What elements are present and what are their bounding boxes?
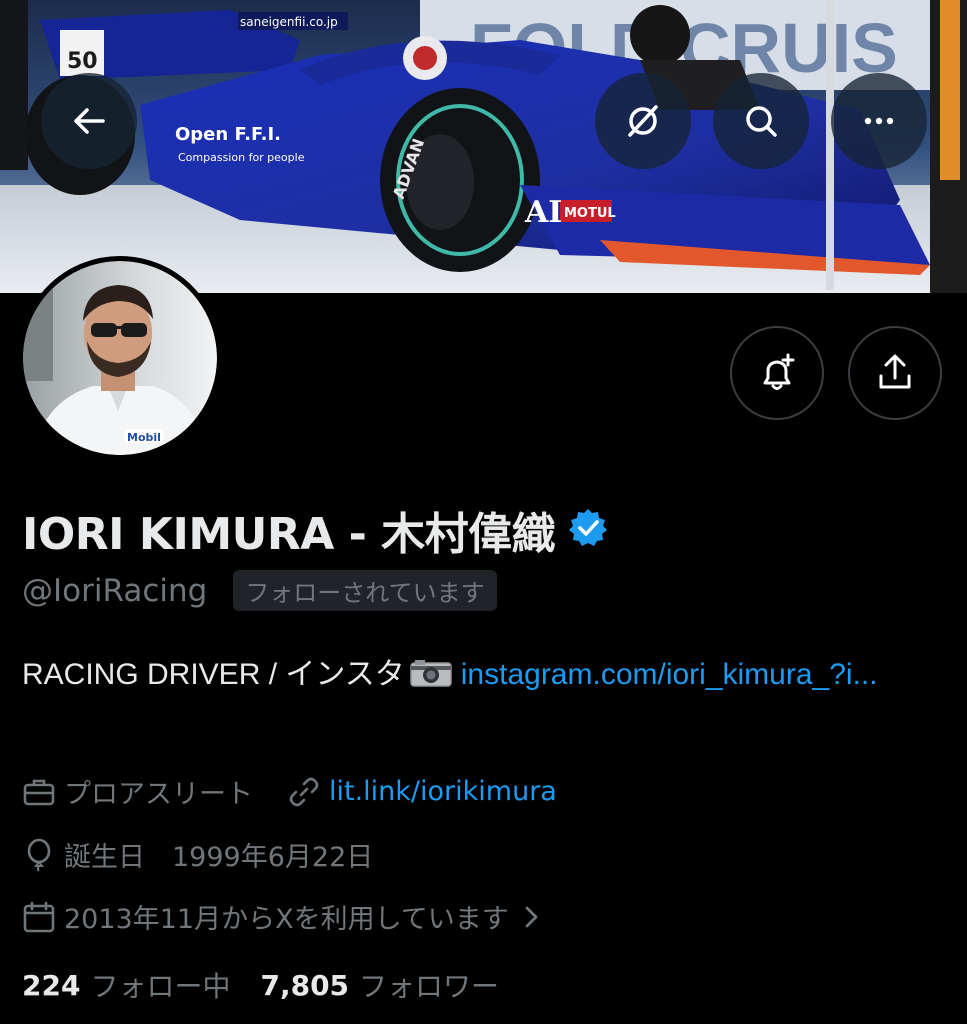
balloon-icon	[22, 838, 56, 872]
profile-bio: RACING DRIVER / インスタ instagram.com/iori_…	[22, 650, 922, 704]
follow-stats: 224 フォロー中 7,805 フォロワー	[22, 965, 499, 1005]
verified-badge-icon[interactable]	[567, 507, 609, 553]
followers-count: 7,805	[260, 968, 350, 1002]
website-link[interactable]: lit.link/iorikimura	[329, 776, 557, 807]
followers-link[interactable]: 7,805 フォロワー	[260, 965, 499, 1005]
banner-brand-ai: AI	[524, 195, 562, 230]
joined-text: 2013年11月からXを利用しています	[64, 904, 509, 935]
handle-row: @IoriRacing フォローされています	[22, 570, 497, 611]
avatar-image: Mobil	[23, 261, 217, 455]
calendar-icon	[22, 900, 56, 934]
banner-image: FOLD CRUIS 50 saneigenfii.co.jp Open F.F…	[0, 0, 967, 293]
joined-row[interactable]: 2013年11月からXを利用しています	[22, 897, 549, 936]
profile-avatar[interactable]: Mobil	[18, 256, 222, 460]
following-count: 224	[22, 968, 81, 1002]
profile-handle: @IoriRacing	[22, 572, 208, 609]
slash-circle-icon	[628, 105, 658, 137]
briefcase-icon	[22, 775, 56, 809]
following-link[interactable]: 224 フォロー中	[22, 965, 230, 1005]
display-name: IORI KIMURA - 木村偉織	[22, 509, 556, 560]
follows-you-badge: フォローされています	[233, 570, 497, 611]
share-icon	[879, 354, 911, 389]
search-button[interactable]	[713, 73, 809, 169]
bio-text: RACING DRIVER / インスタ	[22, 658, 405, 691]
more-horizontal-icon	[864, 117, 894, 125]
banner-sponsor-sub: Compassion for people	[178, 151, 305, 164]
banner-car-number: 50	[67, 49, 98, 74]
banner-brand-motul: MOTUL	[564, 206, 616, 221]
birthday-text: 誕生日 1999年6月22日	[64, 842, 374, 873]
grok-button[interactable]	[595, 73, 691, 169]
bell-plus-icon	[763, 353, 795, 390]
occupation-text: プロアスリート	[64, 779, 253, 810]
more-button[interactable]	[831, 73, 927, 169]
camera-icon	[409, 654, 453, 704]
back-button[interactable]	[41, 73, 137, 169]
birthday-row: 誕生日 1999年6月22日	[22, 835, 373, 874]
bio-link[interactable]: instagram.com/iori_kimura_?i...	[461, 658, 878, 691]
share-button[interactable]	[848, 326, 942, 420]
following-label: フォロー中	[90, 970, 231, 1003]
profile-name-row: IORI KIMURA - 木村偉織	[22, 498, 609, 562]
avatar-suit-brand: Mobil	[127, 431, 161, 444]
search-icon	[746, 106, 777, 137]
occupation-website-row: プロアスリート lit.link/iorikimura	[22, 772, 557, 811]
link-icon	[287, 775, 321, 809]
chevron-right-icon	[521, 904, 541, 930]
profile-banner: FOLD CRUIS 50 saneigenfii.co.jp Open F.F…	[0, 0, 967, 293]
arrow-left-icon	[74, 108, 105, 134]
followers-label: フォロワー	[359, 970, 500, 1003]
banner-sponsor-url: saneigenfii.co.jp	[240, 15, 338, 29]
banner-sponsor-text: Open F.F.I.	[175, 124, 281, 145]
notify-button[interactable]	[730, 326, 824, 420]
